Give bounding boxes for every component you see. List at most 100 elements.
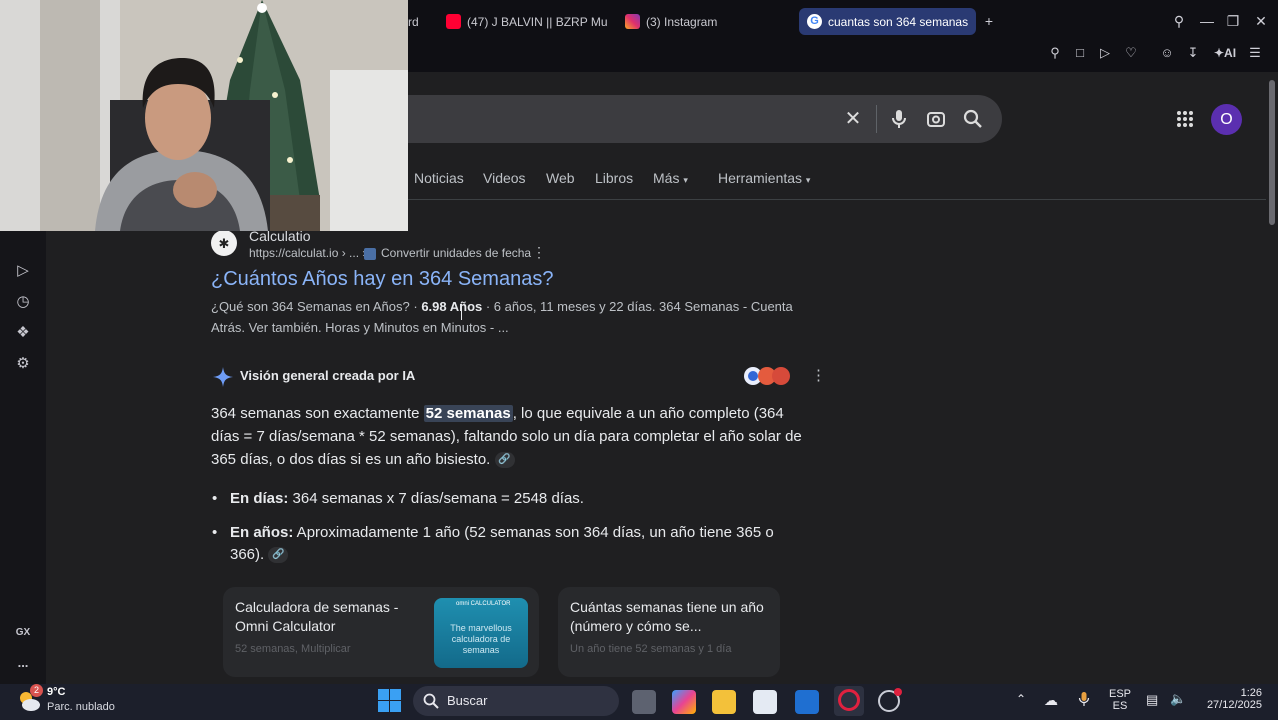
tab-instagram[interactable]: (3) Instagram: [625, 8, 745, 35]
pin-icon[interactable]: ⚲: [1046, 44, 1064, 62]
webcam-overlay: [0, 0, 408, 231]
scrollbar-thumb[interactable]: [1269, 80, 1275, 225]
bullet-years: En años: Aproximadamente 1 año (52 seman…: [212, 522, 810, 566]
clock-date: 27/12/2025: [1206, 699, 1262, 711]
card-snippet: Un año tiene 52 semanas y 1 día: [570, 643, 732, 655]
tab-partial[interactable]: rd: [408, 8, 422, 35]
store-icon[interactable]: [753, 690, 777, 714]
lens-search-icon[interactable]: [926, 109, 946, 129]
language-indicator[interactable]: ESP ES: [1108, 688, 1132, 712]
ai-overview-paragraph: 364 semanas son exactamente 52 semanas, …: [211, 402, 811, 471]
menu-icon[interactable]: ☰: [1246, 44, 1264, 62]
ai-button[interactable]: ✦AI: [1210, 44, 1240, 62]
result-title-link[interactable]: ¿Cuántos Años hay en 364 Semanas?: [211, 268, 553, 291]
instagram-icon: [625, 14, 640, 29]
clock-time: 1:26: [1240, 687, 1262, 699]
para-text: 364 semanas son exactamente: [211, 405, 424, 422]
tab-libros[interactable]: Libros: [595, 170, 633, 186]
bullet-text: Aproximadamente 1 año (52 semanas son 36…: [230, 524, 774, 563]
snippet-bold: 6.98 Años: [421, 299, 483, 314]
url-text: https://calculat.io › ... ›: [249, 246, 367, 260]
link-chip-icon[interactable]: 🔗: [268, 547, 289, 564]
maximize-icon[interactable]: ❐: [1222, 10, 1244, 32]
snapshot-icon[interactable]: □: [1071, 44, 1089, 62]
thumb-text: The marvellous calculadora de semanas: [450, 623, 512, 655]
play-icon[interactable]: ▷: [1096, 44, 1114, 62]
weather-desc[interactable]: Parc. nublado: [47, 701, 115, 713]
ai-sparkle-icon: [212, 366, 234, 388]
lang-bottom: ES: [1112, 700, 1128, 712]
tab-label: Herramientas: [718, 170, 803, 186]
apps-grid-icon[interactable]: [1176, 110, 1194, 128]
site-favicon: ✱: [211, 230, 237, 256]
bullet-text: 364 semanas x 7 días/semana = 2548 días.: [288, 490, 584, 507]
source-favicons[interactable]: [743, 366, 791, 386]
tab-youtube[interactable]: (47) J BALVIN || BZRP Mu: [446, 8, 608, 35]
voice-search-icon[interactable]: [889, 109, 909, 129]
player-icon[interactable]: ▷: [12, 260, 34, 282]
clock[interactable]: 1:26 27/12/2025: [1200, 687, 1262, 711]
tab-label: (47) J BALVIN || BZRP Mu: [467, 14, 608, 29]
ai-label: AI: [1224, 46, 1237, 60]
task-view-icon[interactable]: [632, 690, 656, 714]
tab-videos[interactable]: Videos: [483, 170, 526, 186]
tab-google-search[interactable]: G cuantas son 364 semanas: [799, 8, 976, 35]
weather-temp[interactable]: 9°C: [47, 686, 65, 698]
search-divider: [876, 105, 877, 133]
extensions-icon[interactable]: ❖: [12, 322, 34, 344]
tab-noticias[interactable]: Noticias: [414, 170, 464, 186]
plus-icon: +: [984, 13, 994, 29]
more-icon[interactable]: ...: [12, 652, 34, 674]
onedrive-icon[interactable]: ☁: [1044, 692, 1058, 709]
tab-mas[interactable]: Más ▾: [653, 170, 688, 186]
gx-button[interactable]: GX: [12, 622, 34, 644]
tab-label: rd: [408, 14, 419, 29]
tab-web[interactable]: Web: [546, 170, 575, 186]
file-explorer-icon[interactable]: [712, 690, 736, 714]
snippet-text: ¿Qué son 364 Semanas en Años? ·: [211, 299, 422, 314]
copilot-icon[interactable]: [672, 690, 696, 714]
download-icon[interactable]: ↧: [1184, 44, 1202, 62]
link-chip-icon[interactable]: 🔗: [494, 452, 515, 469]
translate-icon: [364, 248, 376, 260]
history-icon[interactable]: ◷: [12, 291, 34, 313]
microphone-icon[interactable]: [1077, 691, 1091, 710]
heart-icon[interactable]: ♡: [1122, 44, 1140, 62]
search-tabs-icon[interactable]: ⚲: [1168, 10, 1190, 32]
outlook-icon[interactable]: [795, 690, 819, 714]
thumb-brand: omni CALCULATOR: [456, 601, 511, 607]
ai-overview-title: Visión general creada por IA: [240, 368, 416, 383]
ai-menu-icon[interactable]: ⋮: [811, 366, 826, 384]
source-card-omni[interactable]: Calculadora de semanas - Omni Calculator…: [223, 587, 539, 677]
windows-start-icon[interactable]: [378, 689, 401, 712]
svg-text:✱: ✱: [219, 237, 230, 252]
minimize-icon[interactable]: —: [1196, 10, 1218, 32]
new-tab-button[interactable]: +: [978, 10, 1000, 32]
lang-top: ESP: [1108, 688, 1131, 700]
profile-icon[interactable]: ☺: [1158, 44, 1176, 62]
card-title: Cuántas semanas tiene un año (número y c…: [570, 599, 764, 634]
weather-badge: 2: [30, 684, 43, 697]
account-avatar[interactable]: O: [1211, 104, 1242, 135]
settings-icon[interactable]: ⚙: [12, 353, 34, 375]
taskbar-search-label: Buscar: [447, 693, 488, 708]
network-icon[interactable]: ▤: [1146, 692, 1158, 708]
bullet-label: En días:: [230, 490, 289, 507]
highlight-text: 52 semanas: [423, 405, 513, 422]
notification-dot: [894, 688, 902, 696]
tab-herramientas[interactable]: Herramientas ▾: [718, 170, 810, 186]
result-url[interactable]: https://calculat.io › ... ›: [249, 246, 366, 260]
source-card-year[interactable]: Cuántas semanas tiene un año (número y c…: [558, 587, 780, 677]
opera-gx-icon[interactable]: [838, 689, 860, 711]
clear-search-icon[interactable]: ✕: [843, 109, 863, 129]
close-window-icon[interactable]: ✕: [1250, 10, 1272, 32]
result-menu-icon[interactable]: ⋮: [532, 244, 546, 261]
breadcrumb[interactable]: Convertir unidades de fecha: [381, 246, 531, 260]
search-icon[interactable]: [963, 109, 983, 129]
volume-icon[interactable]: 🔈: [1170, 691, 1186, 707]
taskbar-search[interactable]: [413, 686, 619, 716]
tab-label: Más: [653, 170, 680, 186]
text-cursor: [461, 304, 465, 320]
tab-label: cuantas son 364 semanas: [828, 14, 969, 29]
tray-overflow-icon[interactable]: ⌃: [1016, 692, 1026, 706]
